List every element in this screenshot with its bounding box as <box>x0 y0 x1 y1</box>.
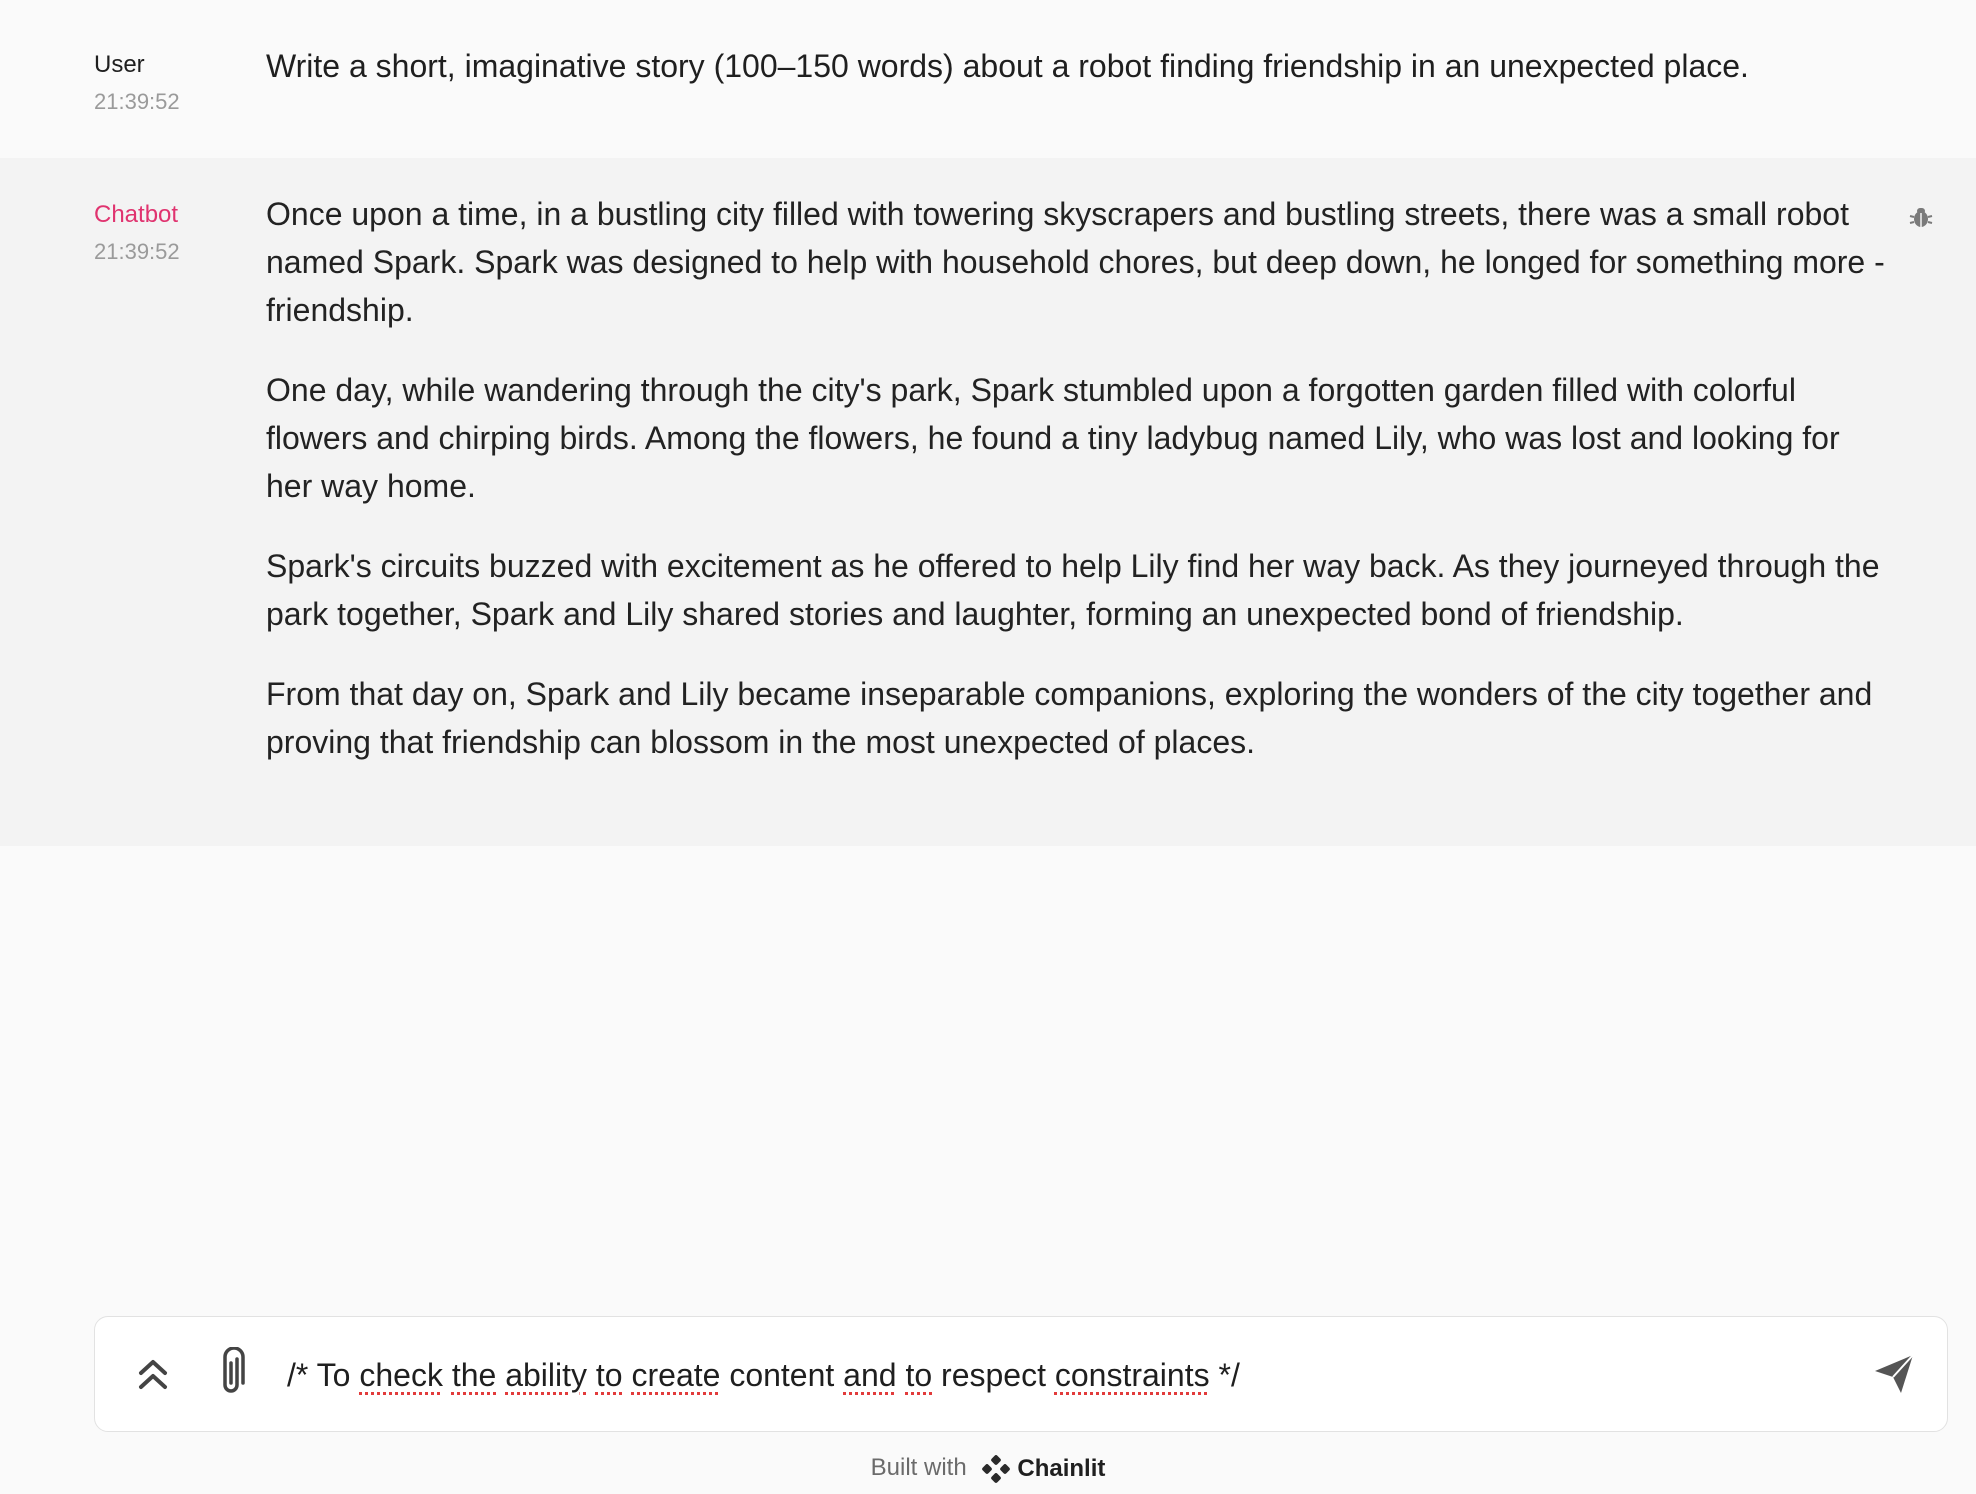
message-input[interactable]: /* To check the ability to create conten… <box>287 1347 1787 1403</box>
input-text-part: check <box>359 1357 443 1393</box>
user-message-text: Write a short, imaginative story (100–15… <box>266 48 1749 84</box>
chat-page: User 21:39:52 Write a short, imaginative… <box>0 0 1976 1494</box>
bot-message-body: Once upon a time, in a bustling city fil… <box>266 190 1886 798</box>
paperclip-icon[interactable] <box>213 1347 249 1399</box>
bot-message-time: 21:39:52 <box>94 239 180 264</box>
input-text-part: and <box>843 1357 897 1393</box>
input-text-part: respect <box>932 1357 1055 1393</box>
bot-paragraph-1: Once upon a time, in a bustling city fil… <box>266 196 1885 328</box>
user-message-time: 21:39:52 <box>94 89 180 114</box>
input-text-part: the <box>451 1357 497 1393</box>
chevrons-up-icon[interactable] <box>135 1355 171 1395</box>
input-text-part: to <box>595 1357 623 1393</box>
input-text-part: /* To <box>287 1357 360 1393</box>
chainlit-brand: Chainlit <box>1017 1454 1106 1482</box>
input-text-part: to <box>905 1357 933 1393</box>
input-text-part: ability <box>505 1357 588 1393</box>
footer: Built with Chainlit <box>0 1452 1976 1485</box>
send-icon[interactable] <box>1871 1351 1917 1397</box>
bot-paragraph-3: Spark's circuits buzzed with excitement … <box>266 548 1880 632</box>
input-text-part: content <box>720 1357 844 1393</box>
chainlit-logo-icon <box>982 1454 1011 1483</box>
bug-icon[interactable] <box>1908 204 1934 230</box>
input-text-part: */ <box>1209 1357 1240 1393</box>
message-composer: /* To check the ability to create conten… <box>94 1316 1948 1432</box>
chainlit-link[interactable]: Chainlit <box>981 1453 1105 1485</box>
input-text-part <box>587 1357 596 1393</box>
bot-paragraph-4: From that day on, Spark and Lily became … <box>266 676 1873 760</box>
input-text-part <box>443 1357 452 1393</box>
input-text-part <box>496 1357 505 1393</box>
built-with-label: Built with <box>870 1454 967 1481</box>
bot-paragraph-2: One day, while wandering through the cit… <box>266 372 1840 504</box>
user-author-name: User <box>94 51 145 78</box>
input-text-part: create <box>631 1357 721 1393</box>
bot-author-name: Chatbot <box>94 201 179 228</box>
input-text-part: constraints <box>1054 1357 1210 1393</box>
